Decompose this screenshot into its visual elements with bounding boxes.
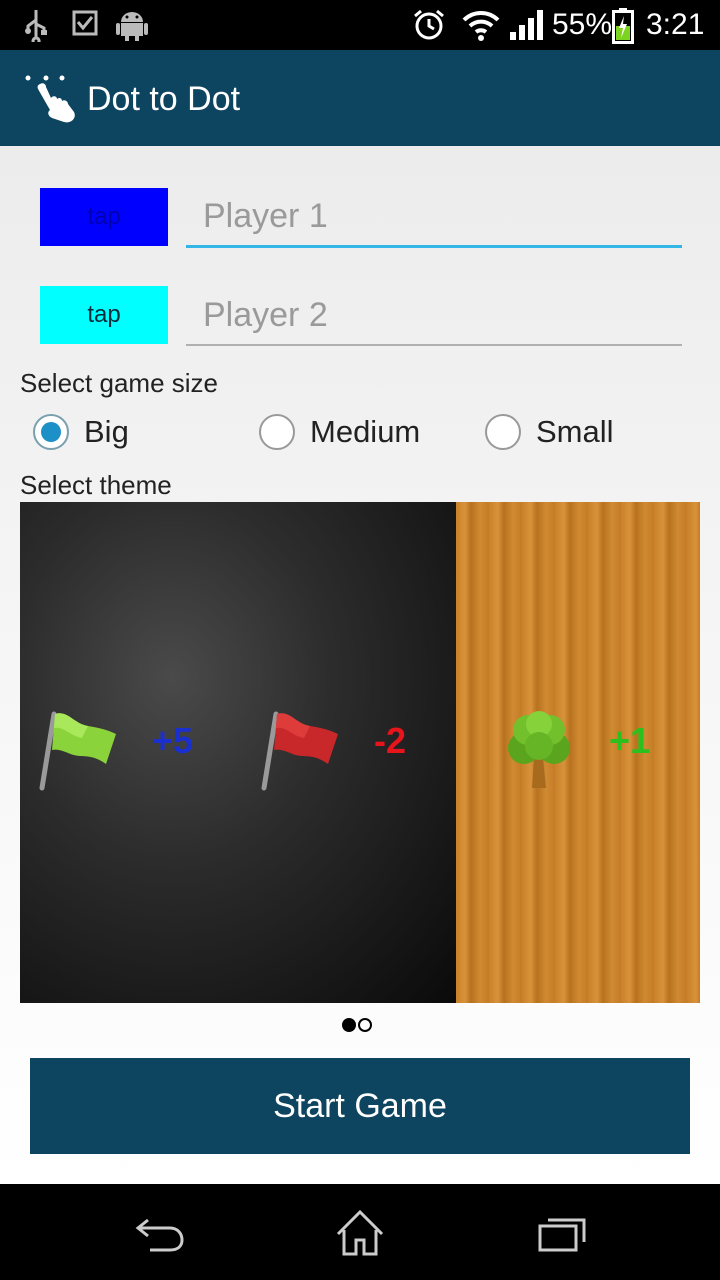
bonus-badge: +5 xyxy=(152,720,194,761)
battery-icon xyxy=(612,8,634,49)
radio-checked-icon[interactable] xyxy=(33,414,69,450)
battery-percent: 55% xyxy=(552,8,613,41)
alarm-icon xyxy=(412,8,446,47)
size-option-small[interactable]: Small xyxy=(485,410,614,454)
green-flag-icon xyxy=(36,708,126,799)
nav-bar xyxy=(0,1184,720,1280)
player2-name-input[interactable] xyxy=(186,286,682,344)
size-option-label: Big xyxy=(84,414,129,449)
size-option-label: Small xyxy=(536,414,614,449)
app-bar: Dot to Dot xyxy=(0,50,720,146)
player2-name-field[interactable] xyxy=(186,286,682,346)
tap-hand-icon xyxy=(24,72,80,129)
tree-icon xyxy=(498,708,580,797)
player1-name-field[interactable] xyxy=(186,188,682,248)
status-bar: 55% 3:21 xyxy=(0,0,720,50)
carousel-page-indicator xyxy=(340,1016,376,1032)
start-game-button[interactable]: Start Game xyxy=(30,1058,690,1154)
checkbox-icon xyxy=(72,8,98,43)
usb-icon xyxy=(22,8,50,47)
player2-color-button[interactable]: tap xyxy=(40,286,168,344)
recents-icon[interactable] xyxy=(532,1208,592,1258)
size-option-label: Medium xyxy=(310,414,421,449)
radio-unchecked-icon[interactable] xyxy=(485,414,521,450)
bonus-badge: +1 xyxy=(609,720,651,761)
penalty-badge: -2 xyxy=(374,720,407,761)
game-size-label: Select game size xyxy=(20,368,218,398)
theme-carousel[interactable]: +5 -2 +1 xyxy=(20,502,700,1003)
back-icon[interactable] xyxy=(130,1208,190,1258)
red-flag-icon xyxy=(258,708,348,799)
app-title: Dot to Dot xyxy=(87,80,241,118)
home-icon[interactable] xyxy=(330,1208,390,1258)
android-icon xyxy=(116,8,148,47)
theme-label: Select theme xyxy=(20,470,172,500)
main-content: tap tap Select game size Big Medium Smal… xyxy=(0,146,720,1184)
radio-unchecked-icon[interactable] xyxy=(259,414,295,450)
size-option-medium[interactable]: Medium xyxy=(259,410,420,454)
player1-name-input[interactable] xyxy=(186,188,682,245)
size-option-big[interactable]: Big xyxy=(33,410,129,454)
page-dot-inactive xyxy=(358,1018,372,1032)
player1-color-button[interactable]: tap xyxy=(40,188,168,246)
signal-icon xyxy=(508,8,544,47)
wifi-icon xyxy=(462,8,500,47)
page-dot-active xyxy=(342,1018,356,1032)
clock: 3:21 xyxy=(646,8,705,41)
